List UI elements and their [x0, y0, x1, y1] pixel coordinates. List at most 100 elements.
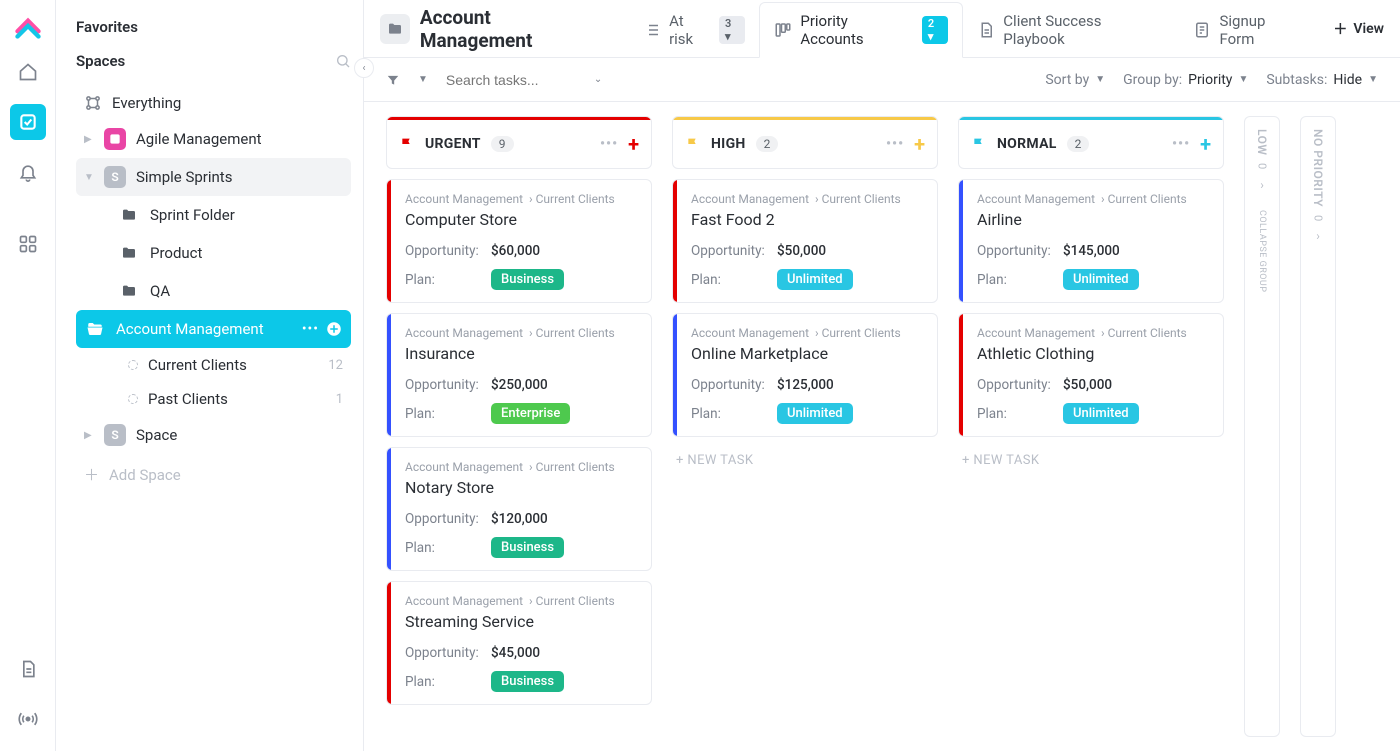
- kanban-board: URGENT 9 ••• + Account Management › Curr…: [364, 102, 1400, 751]
- folder-label: Account Management: [116, 320, 292, 338]
- filter-icon[interactable]: [386, 73, 400, 87]
- notifications-icon[interactable]: [10, 154, 46, 190]
- app-logo[interactable]: [14, 12, 42, 40]
- view-tab[interactable]: Signup Form: [1179, 1, 1317, 57]
- collapsed-column[interactable]: LOW 0 › COLLAPSE GROUP: [1244, 116, 1280, 737]
- favorites-header[interactable]: Favorites: [76, 18, 351, 36]
- card-title: Insurance: [405, 344, 637, 363]
- column-count: 9: [491, 136, 514, 152]
- space-label: Simple Sprints: [136, 168, 343, 186]
- opportunity-value: $250,000: [491, 377, 548, 393]
- space-simple-sprints[interactable]: ▼ S Simple Sprints: [76, 158, 351, 196]
- column-count: 2: [1067, 136, 1090, 152]
- chevron-right-icon: ›: [1316, 229, 1320, 243]
- everything-item[interactable]: Everything: [76, 86, 351, 120]
- tab-label: Client Success Playbook: [1003, 12, 1165, 48]
- field-label: Plan:: [405, 272, 491, 288]
- new-task-button[interactable]: + NEW TASK: [672, 447, 938, 474]
- task-card[interactable]: Account Management › Current Clients Ath…: [958, 313, 1224, 437]
- column-menu-icon[interactable]: •••: [886, 136, 904, 152]
- folder-icon: [118, 280, 140, 302]
- space-generic[interactable]: ▶ S Space: [76, 416, 351, 454]
- column-title: URGENT: [425, 136, 481, 152]
- plan-badge: Unlimited: [777, 269, 853, 290]
- list-status-icon: [128, 394, 138, 404]
- card-title: Fast Food 2: [691, 210, 923, 229]
- spaces-header[interactable]: Spaces: [76, 52, 351, 70]
- space-color-icon: [104, 128, 126, 150]
- subtasks-label: Subtasks:: [1266, 72, 1327, 88]
- folder-open-icon: [84, 318, 106, 340]
- group-control[interactable]: Group by: Priority ▼: [1123, 72, 1248, 88]
- column-add-button[interactable]: +: [914, 132, 925, 156]
- task-card[interactable]: Account Management › Current Clients Air…: [958, 179, 1224, 303]
- card-breadcrumb: Account Management › Current Clients: [405, 326, 637, 340]
- add-icon[interactable]: [325, 320, 343, 338]
- chevron-down-icon: ▼: [1368, 74, 1378, 85]
- task-card[interactable]: Account Management › Current Clients Com…: [386, 179, 652, 303]
- search-icon[interactable]: [335, 53, 351, 69]
- doc-icon: [977, 21, 995, 39]
- tab-badge: 2 ▾: [922, 16, 948, 44]
- card-breadcrumb: Account Management › Current Clients: [691, 326, 923, 340]
- task-card[interactable]: Account Management › Current Clients Ins…: [386, 313, 652, 437]
- more-icon[interactable]: •••: [302, 321, 319, 337]
- tasks-icon[interactable]: [10, 104, 46, 140]
- main-area: ‹ Account Management At risk3 ▾Priority …: [364, 0, 1400, 751]
- folder-label: Product: [150, 244, 343, 262]
- subtasks-control[interactable]: Subtasks: Hide ▼: [1266, 72, 1378, 88]
- task-card[interactable]: Account Management › Current Clients Str…: [386, 581, 652, 705]
- column-add-button[interactable]: +: [1200, 132, 1211, 156]
- collapsed-count: 0: [1312, 215, 1325, 221]
- page-title: Account Management: [420, 6, 607, 52]
- field-label: Plan:: [691, 272, 777, 288]
- list-icon: [643, 21, 661, 39]
- broadcast-icon[interactable]: [10, 701, 46, 737]
- sort-control[interactable]: Sort by ▼: [1045, 72, 1105, 88]
- folder-label: Sprint Folder: [150, 206, 343, 224]
- add-view-button[interactable]: ＋ View: [1333, 19, 1384, 39]
- folder-item[interactable]: Product: [110, 234, 351, 272]
- search-tasks[interactable]: ⌄: [446, 72, 646, 88]
- column-add-button[interactable]: +: [628, 132, 639, 156]
- home-icon[interactable]: [10, 54, 46, 90]
- new-task-button[interactable]: + NEW TASK: [958, 447, 1224, 474]
- everything-icon: [84, 94, 102, 112]
- task-card[interactable]: Account Management › Current Clients Not…: [386, 447, 652, 571]
- breadcrumb: Account Management: [380, 6, 607, 52]
- add-space-button[interactable]: ＋ Add Space: [76, 454, 351, 495]
- task-card[interactable]: Account Management › Current Clients Onl…: [672, 313, 938, 437]
- space-agile[interactable]: ▶ Agile Management: [76, 120, 351, 158]
- apps-icon[interactable]: [10, 226, 46, 262]
- chevron-down-icon[interactable]: ▼: [418, 74, 428, 85]
- card-title: Airline: [977, 210, 1209, 229]
- collapse-sidebar-button[interactable]: ‹: [354, 58, 374, 78]
- list-item[interactable]: Past Clients1: [110, 382, 351, 416]
- tab-label: At risk: [669, 12, 711, 48]
- everything-label: Everything: [112, 94, 343, 112]
- card-breadcrumb: Account Management › Current Clients: [691, 192, 923, 206]
- caret-icon: ▶: [84, 134, 94, 145]
- list-label: Past Clients: [148, 390, 326, 408]
- group-value: Priority: [1188, 72, 1232, 88]
- folder-item[interactable]: Sprint Folder: [110, 196, 351, 234]
- field-label: Opportunity:: [405, 377, 491, 393]
- chevron-down-icon[interactable]: ⌄: [594, 74, 602, 85]
- plan-badge: Unlimited: [1063, 269, 1139, 290]
- folder-account-management[interactable]: Account Management •••: [76, 310, 351, 348]
- field-label: Opportunity:: [405, 645, 491, 661]
- folder-item[interactable]: QA: [110, 272, 351, 310]
- column-menu-icon[interactable]: •••: [600, 136, 618, 152]
- view-tab[interactable]: Priority Accounts2 ▾: [759, 2, 963, 58]
- search-input[interactable]: [446, 72, 586, 88]
- document-icon[interactable]: [10, 651, 46, 687]
- space-letter-icon: S: [104, 424, 126, 446]
- view-tab[interactable]: Client Success Playbook: [963, 1, 1179, 57]
- column-menu-icon[interactable]: •••: [1172, 136, 1190, 152]
- view-tab[interactable]: At risk3 ▾: [629, 1, 759, 57]
- collapsed-column[interactable]: NO PRIORITY 0 ›: [1300, 116, 1336, 737]
- plan-badge: Business: [491, 671, 564, 692]
- field-label: Opportunity:: [405, 243, 491, 259]
- list-item[interactable]: Current Clients12: [110, 348, 351, 382]
- task-card[interactable]: Account Management › Current Clients Fas…: [672, 179, 938, 303]
